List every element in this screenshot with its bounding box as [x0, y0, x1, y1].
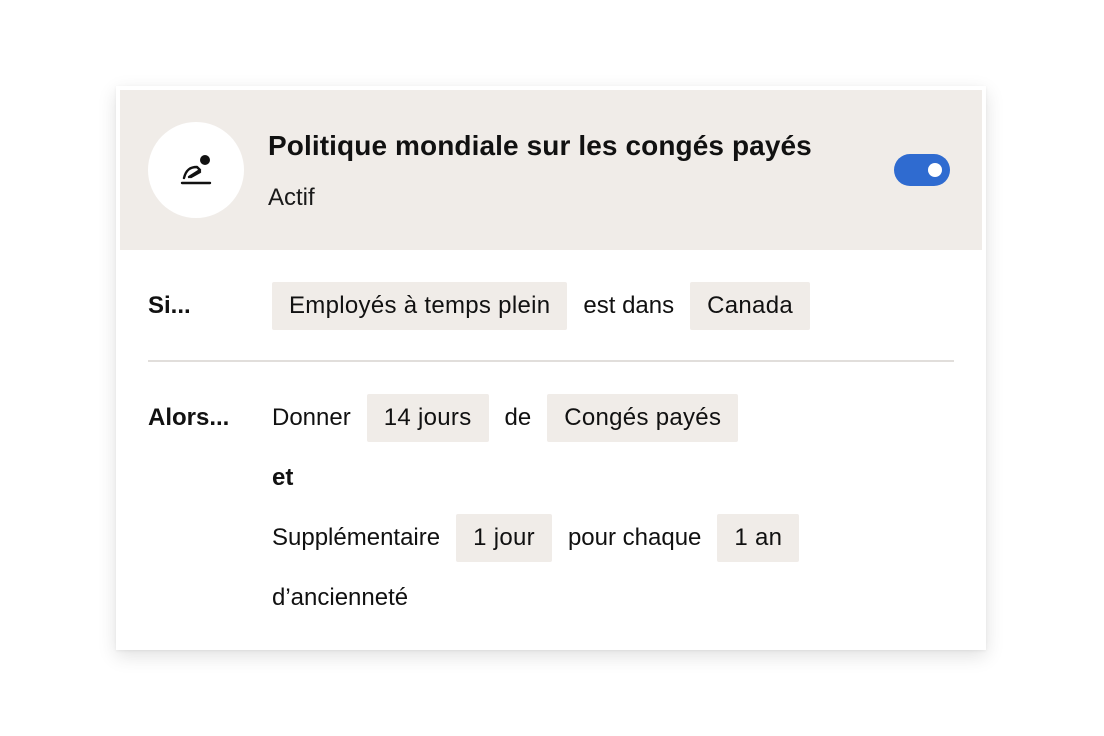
policy-avatar — [148, 122, 244, 218]
policy-active-toggle[interactable] — [894, 154, 950, 186]
and-word: et — [272, 464, 294, 491]
action-line-give: Donner 14 jours de Congés payés — [272, 394, 754, 442]
leave-type-chip[interactable]: Congés payés — [547, 394, 739, 442]
employee-group-chip[interactable]: Employés à temps plein — [272, 282, 568, 330]
extra-word: Supplémentaire — [272, 524, 441, 551]
condition-operator: est dans — [583, 292, 675, 319]
days-chip[interactable]: 14 jours — [366, 394, 489, 442]
condition-line: Employés à temps plein est dans Canada — [272, 282, 826, 330]
toggle-knob — [928, 163, 942, 177]
condition-label: Si... — [148, 292, 191, 319]
policy-card: Politique mondiale sur les congés payés … — [116, 86, 986, 650]
per-word: pour chaque — [567, 524, 702, 551]
policy-title: Politique mondiale sur les congés payés — [268, 130, 812, 161]
action-label: Alors... — [148, 404, 230, 431]
give-word: Donner — [272, 404, 351, 431]
action-line-extra: Supplémentaire 1 jour pour chaque 1 an — [272, 514, 815, 562]
policy-header: Politique mondiale sur les congés payés … — [120, 90, 982, 250]
policy-status: Actif — [268, 184, 315, 211]
person-resting-icon — [180, 155, 212, 185]
section-divider — [148, 360, 954, 362]
of-word: de — [504, 404, 532, 431]
extra-days-chip[interactable]: 1 jour — [456, 514, 552, 562]
seniority-word: d’ancienneté — [272, 584, 409, 611]
seniority-unit-chip[interactable]: 1 an — [717, 514, 800, 562]
country-chip[interactable]: Canada — [690, 282, 810, 330]
